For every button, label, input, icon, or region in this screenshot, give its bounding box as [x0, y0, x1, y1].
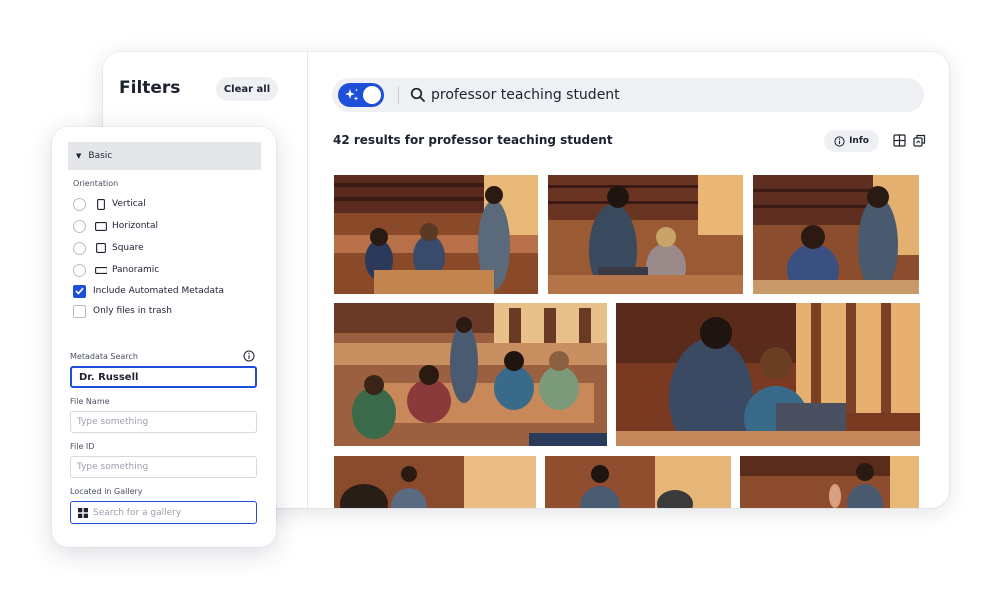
radio-button[interactable]: [73, 241, 86, 255]
orientation-option-square[interactable]: Square: [73, 241, 144, 255]
checkmark-icon: [75, 287, 84, 295]
orientation-option-label: Panoramic: [112, 265, 160, 275]
result-thumbnail[interactable]: [334, 456, 536, 508]
horizontal-shape-icon: [95, 220, 107, 232]
basic-section-label: Basic: [88, 151, 113, 161]
orientation-option-vertical[interactable]: Vertical: [73, 197, 146, 211]
file-name-input[interactable]: [70, 411, 257, 433]
grid-view-icon[interactable]: [893, 134, 906, 147]
include-metadata-label: Include Automated Metadata: [93, 286, 225, 296]
classroom-photo-icon: [334, 175, 538, 294]
orientation-option-horizontal[interactable]: Horizontal: [73, 219, 158, 233]
metadata-search-label: Metadata Search: [70, 352, 138, 361]
search-divider: [398, 86, 399, 104]
classroom-photo-icon: [548, 175, 743, 294]
clear-all-button[interactable]: Clear all: [216, 77, 278, 101]
classroom-photo-icon: [753, 175, 919, 294]
orientation-option-label: Vertical: [112, 199, 146, 209]
result-count: 42 results for professor teaching studen…: [333, 133, 613, 147]
result-thumbnail[interactable]: [545, 456, 731, 508]
search-icon: [410, 87, 425, 102]
include-metadata-checkbox[interactable]: [73, 284, 86, 298]
metadata-search-input[interactable]: [70, 366, 257, 388]
radio-button[interactable]: [73, 263, 86, 277]
file-name-label: File Name: [70, 397, 110, 406]
result-thumbnail[interactable]: [740, 456, 919, 508]
ai-search-toggle[interactable]: [338, 83, 384, 107]
classroom-photo-icon: [740, 456, 919, 508]
result-thumbnail[interactable]: [334, 175, 538, 294]
compare-view-icon[interactable]: [913, 134, 926, 147]
gallery-search-input[interactable]: [93, 505, 248, 521]
only-trash-option[interactable]: Only files in trash: [73, 304, 172, 318]
filters-title: Filters: [119, 78, 181, 98]
classroom-photo-icon: [545, 456, 731, 508]
vertical-shape-icon: [95, 198, 107, 210]
panoramic-shape-icon: [95, 264, 107, 276]
file-id-label: File ID: [70, 442, 95, 451]
orientation-option-panoramic[interactable]: Panoramic: [73, 263, 159, 277]
result-thumbnail[interactable]: [548, 175, 743, 294]
classroom-photo-icon: [616, 303, 920, 446]
only-trash-label: Only files in trash: [93, 306, 172, 316]
classroom-photo-icon: [334, 303, 607, 446]
gallery-search-field[interactable]: [70, 501, 257, 524]
radio-button[interactable]: [73, 219, 86, 233]
search-input[interactable]: [431, 83, 911, 107]
result-thumbnail[interactable]: [616, 303, 920, 446]
gallery-label: Located in Gallery: [70, 487, 143, 496]
info-icon: [834, 135, 845, 147]
search-bar: [332, 78, 924, 112]
toggle-knob: [363, 86, 381, 104]
classroom-photo-icon: [334, 456, 536, 508]
radio-button[interactable]: [73, 197, 86, 211]
file-id-input[interactable]: [70, 456, 257, 478]
results-area: 42 results for professor teaching studen…: [309, 52, 949, 508]
basic-section-header[interactable]: ▼ Basic: [68, 142, 261, 170]
only-trash-checkbox[interactable]: [73, 304, 86, 318]
sparkle-icon: [345, 88, 359, 101]
result-thumbnail[interactable]: [334, 303, 607, 446]
info-circle-icon[interactable]: [243, 350, 255, 362]
square-shape-icon: [95, 242, 107, 254]
caret-down-icon: ▼: [76, 152, 82, 160]
info-label: Info: [849, 136, 869, 146]
orientation-label: Orientation: [73, 179, 119, 188]
result-thumbnail[interactable]: [753, 175, 919, 294]
gallery-grid-icon: [78, 508, 88, 518]
orientation-option-label: Horizontal: [112, 221, 158, 231]
info-button[interactable]: Info: [824, 130, 879, 152]
filter-panel: ▼ Basic Orientation Vertical Horizontal …: [52, 127, 276, 547]
orientation-option-label: Square: [112, 243, 144, 253]
include-metadata-option[interactable]: Include Automated Metadata: [73, 284, 224, 298]
